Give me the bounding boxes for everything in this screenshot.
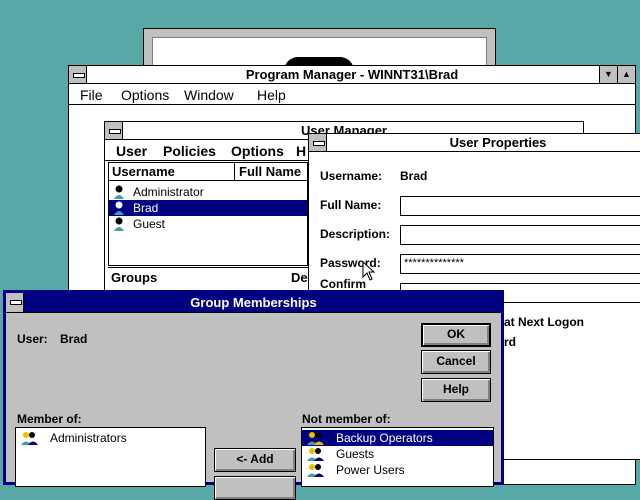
user-name: Brad: [133, 201, 159, 215]
description-field[interactable]: [400, 225, 640, 245]
column-groups[interactable]: Groups: [111, 270, 157, 285]
system-menu-icon[interactable]: [69, 66, 87, 83]
groups-header: Groups De: [108, 267, 308, 287]
username-label: Username:: [320, 169, 383, 183]
list-item[interactable]: Power Users: [302, 462, 493, 478]
program-manager-titlebar[interactable]: Program Manager - WINNT31\Brad ▼ ▲: [69, 66, 635, 84]
add-button[interactable]: <- Add: [214, 448, 296, 472]
group-name: Power Users: [336, 463, 405, 477]
user-value: Brad: [60, 332, 88, 346]
maximize-icon[interactable]: ▲: [617, 66, 635, 83]
group-name: Backup Operators: [336, 431, 433, 445]
group-memberships-titlebar[interactable]: Group Memberships: [6, 293, 501, 313]
password-option[interactable]: rd: [504, 335, 516, 349]
not-member-of-label: Not member of:: [302, 412, 391, 426]
menu-options[interactable]: Options: [121, 87, 169, 103]
help-button[interactable]: Help: [421, 378, 491, 402]
user-icon: [114, 217, 124, 231]
user-properties-title: User Properties: [449, 135, 547, 150]
system-menu-icon[interactable]: [105, 122, 123, 139]
group-icon: [21, 432, 38, 445]
member-of-list[interactable]: Administrators: [15, 427, 206, 487]
users-header: Username Full Name: [109, 163, 307, 181]
user-icon: [114, 185, 124, 199]
menu-user[interactable]: User: [116, 143, 147, 159]
user-row[interactable]: Guest: [109, 216, 307, 232]
group-name: Guests: [336, 447, 375, 461]
menu-options[interactable]: Options: [231, 143, 284, 159]
user-row-selected[interactable]: Brad: [109, 200, 307, 216]
menu-help[interactable]: H: [296, 143, 306, 159]
group-icon: [307, 464, 324, 477]
background-window: [143, 28, 496, 71]
member-of-label: Member of:: [17, 412, 82, 426]
users-list: Username Full Name Administrator Brad Gu…: [108, 162, 308, 266]
program-manager-menubar: File Options Window Help: [69, 85, 635, 105]
group-name: Administrators: [50, 431, 127, 445]
ok-button[interactable]: OK: [421, 323, 491, 347]
user-properties-titlebar[interactable]: User Properties: [309, 134, 640, 152]
cancel-button[interactable]: Cancel: [421, 350, 491, 374]
confirm-label: Confirm: [320, 277, 366, 291]
full-name-label: Full Name:: [320, 198, 382, 212]
menu-file[interactable]: File: [80, 87, 103, 103]
group-icon: [307, 432, 324, 445]
system-menu-icon[interactable]: [309, 134, 327, 151]
column-username[interactable]: Username: [112, 164, 175, 179]
not-member-of-list[interactable]: Backup Operators Guests Power Users: [301, 427, 494, 487]
user-name: Administrator: [133, 185, 204, 199]
system-menu-icon[interactable]: [6, 293, 24, 312]
group-icon: [307, 448, 324, 461]
group-memberships-dialog: Group Memberships User: Brad OK Cancel H…: [3, 290, 504, 500]
program-manager-title: Program Manager - WINNT31\Brad: [245, 67, 459, 82]
user-icon: [114, 201, 124, 215]
menu-policies[interactable]: Policies: [163, 143, 216, 159]
list-item[interactable]: Guests: [302, 446, 493, 462]
user-row[interactable]: Administrator: [109, 184, 307, 200]
user-name: Guest: [133, 217, 166, 231]
description-label: Description:: [320, 227, 391, 241]
password-field[interactable]: **************: [400, 254, 640, 274]
menu-help[interactable]: Help: [257, 87, 286, 103]
minimize-icon[interactable]: ▼: [599, 66, 617, 83]
group-memberships-title: Group Memberships: [190, 295, 317, 310]
column-description[interactable]: De: [291, 270, 308, 285]
user-label: User:: [17, 332, 48, 346]
list-item-selected[interactable]: Backup Operators: [302, 430, 493, 446]
menu-window[interactable]: Window: [184, 87, 234, 103]
mouse-pointer-icon: [362, 261, 376, 281]
change-password-option[interactable]: at Next Logon: [504, 315, 584, 329]
column-full-name[interactable]: Full Name: [239, 164, 301, 179]
username-value: Brad: [400, 169, 428, 183]
full-name-field[interactable]: [400, 196, 640, 216]
list-item[interactable]: Administrators: [16, 430, 205, 446]
